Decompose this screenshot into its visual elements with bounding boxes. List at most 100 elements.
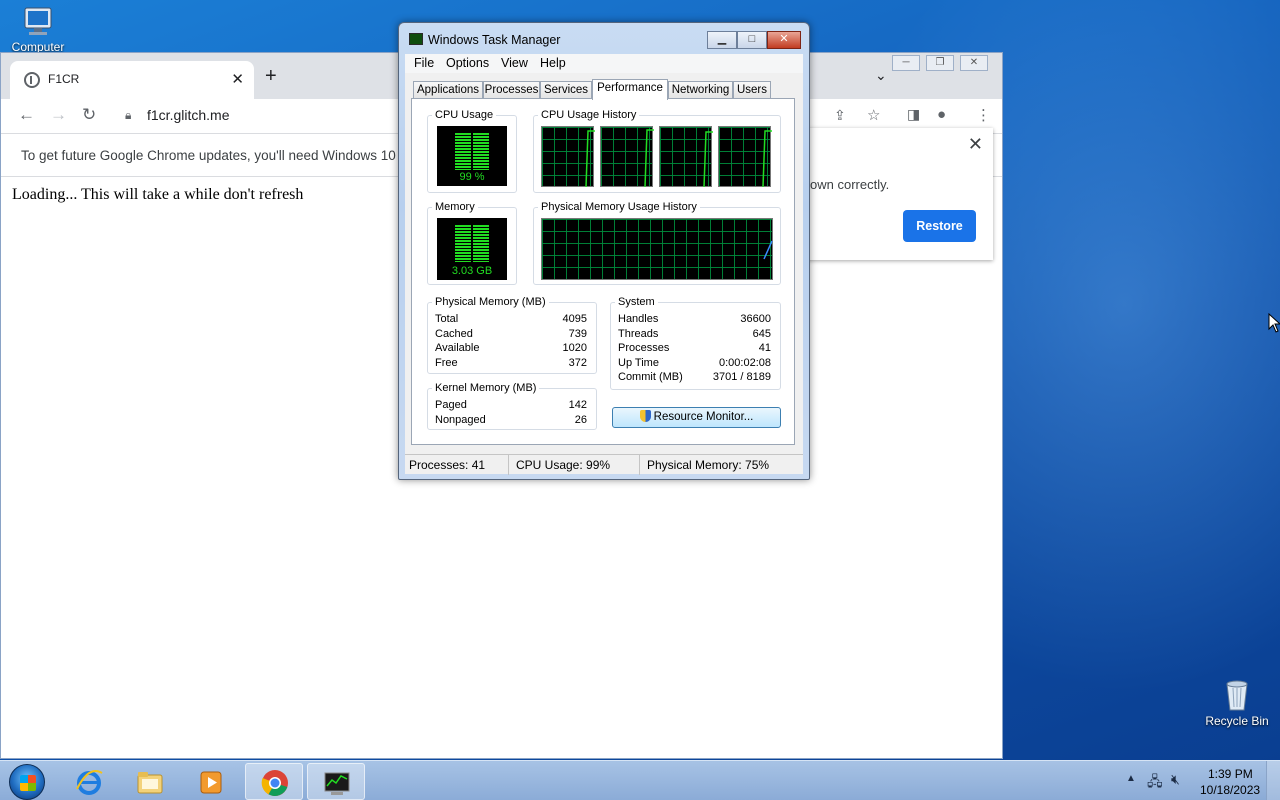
cpu-core-3-graph <box>659 126 713 188</box>
taskbar-chrome[interactable] <box>245 763 303 800</box>
row-key: Threads <box>618 328 659 340</box>
status-cpu: CPU Usage: 99% <box>516 458 611 472</box>
address-bar[interactable]: f1cr.glitch.me <box>147 107 229 123</box>
maximize-button[interactable]: ❐ <box>926 55 954 71</box>
tab-f1cr[interactable]: F1CR ✕ <box>10 61 254 99</box>
menu-help[interactable]: Help <box>540 56 566 70</box>
cpu-core-4-line <box>762 130 772 188</box>
tab-networking[interactable]: Networking <box>668 81 733 99</box>
task-manager-titlebar[interactable]: Windows Task Manager ▁ □ ✕ <box>399 23 809 55</box>
show-desktop-button[interactable] <box>1266 761 1280 800</box>
chrome-window-controls: ─ ❐ ✕ <box>892 55 988 71</box>
side-panel-icon[interactable]: ◨ <box>907 106 920 123</box>
restore-pages-bubble: ✕ own correctly. Restore <box>796 128 993 260</box>
row-key: Up Time <box>618 357 659 369</box>
clock-time[interactable]: 1:39 PM <box>1208 767 1253 781</box>
network-icon[interactable]: 🖧︎ <box>1147 771 1163 795</box>
cpu-core-2-graph <box>600 126 654 188</box>
restore-button[interactable]: Restore <box>903 210 976 242</box>
tab-search-chevron-icon[interactable]: ⌄ <box>875 67 887 84</box>
row-value: 36600 <box>740 313 771 325</box>
maximize-button[interactable]: □ <box>737 31 767 49</box>
cpu-core-2-line <box>644 129 654 188</box>
cpu-history-label: CPU Usage History <box>538 109 640 121</box>
cpu-history-group: CPU Usage History <box>533 109 781 193</box>
taskbar-internet-explorer[interactable] <box>60 763 118 800</box>
tab-users[interactable]: Users <box>733 81 771 99</box>
resource-monitor-button[interactable]: Resource Monitor... <box>612 407 781 428</box>
row-key: Available <box>435 342 480 354</box>
close-window-button[interactable]: ✕ <box>767 31 801 49</box>
status-bar: Processes: 41 CPU Usage: 99% Physical Me… <box>405 454 803 475</box>
kernel-memory-row: Paged 142 <box>435 399 587 413</box>
mouse-cursor-icon <box>1268 313 1280 333</box>
computer-icon <box>24 7 52 35</box>
row-key: Commit (MB) <box>618 371 683 383</box>
volume-muted-icon[interactable]: 🔇︎ <box>1171 771 1180 788</box>
row-value: 0:00:02:08 <box>719 357 771 369</box>
memory-meter: 3.03 GB <box>437 218 507 280</box>
desktop-icon-computer[interactable]: Computer <box>0 6 76 54</box>
physical-memory-label: Physical Memory (MB) <box>432 296 549 308</box>
minimize-button[interactable]: ─ <box>892 55 920 71</box>
taskbar-task-manager[interactable] <box>307 763 365 800</box>
system-row: Processes 41 <box>618 342 771 356</box>
physical-memory-row: Free 372 <box>435 357 587 371</box>
memory-group: Memory 3.03 GB <box>427 201 517 285</box>
physical-memory-row: Available 1020 <box>435 342 587 356</box>
minimize-button[interactable]: ▁ <box>707 31 737 49</box>
chrome-icon <box>261 770 288 797</box>
taskbar-explorer[interactable] <box>121 763 179 800</box>
reload-icon[interactable]: ↻ <box>82 105 96 125</box>
explorer-folder-icon <box>137 772 163 794</box>
lock-icon[interactable]: 🔒︎ <box>125 108 131 123</box>
new-tab-button[interactable]: + <box>265 65 277 88</box>
menu-file[interactable]: File <box>414 56 434 70</box>
tab-applications[interactable]: Applications <box>413 81 483 99</box>
close-tab-icon[interactable]: ✕ <box>231 70 244 88</box>
taskbar-media-player[interactable] <box>182 763 240 800</box>
tab-services[interactable]: Services <box>540 81 592 99</box>
share-icon[interactable]: ⇪ <box>834 107 846 124</box>
tab-processes[interactable]: Processes <box>483 81 540 99</box>
back-arrow-icon[interactable]: ← <box>18 105 35 125</box>
cpu-usage-value: 99 % <box>459 171 485 183</box>
cpu-usage-label: CPU Usage <box>432 109 497 121</box>
system-row: Commit (MB) 3701 / 8189 <box>618 371 771 385</box>
tray-expand-chevron-icon[interactable]: ▲ <box>1126 773 1136 784</box>
desktop-icon-recycle-bin[interactable]: Recycle Bin <box>1199 678 1275 728</box>
menu-view[interactable]: View <box>501 56 528 70</box>
window-title: Windows Task Manager <box>428 33 561 47</box>
tab-performance[interactable]: Performance <box>592 79 668 100</box>
status-processes: Processes: 41 <box>409 458 486 472</box>
system-row: Threads 645 <box>618 328 771 342</box>
system-row: Handles 36600 <box>618 313 771 327</box>
row-value: 26 <box>574 414 587 426</box>
memory-history-graph <box>541 218 773 280</box>
menu-options[interactable]: Options <box>446 56 489 70</box>
physical-memory-row: Cached 739 <box>435 328 587 342</box>
profile-avatar-icon[interactable]: ● <box>937 106 946 123</box>
clock-date[interactable]: 10/18/2023 <box>1200 783 1260 797</box>
row-value: 3701 / 8189 <box>712 371 771 383</box>
start-button[interactable] <box>9 764 45 800</box>
close-window-button[interactable]: ✕ <box>960 55 988 71</box>
row-value: 739 <box>568 328 587 340</box>
row-key: Handles <box>618 313 659 325</box>
tab-title: F1CR <box>48 72 80 86</box>
task-manager-icon <box>324 772 350 795</box>
system-label: System <box>615 296 658 308</box>
media-player-icon <box>200 771 222 794</box>
row-key: Cached <box>435 328 473 340</box>
close-bubble-icon[interactable]: ✕ <box>968 134 983 155</box>
physical-memory-row: Total 4095 <box>435 313 587 327</box>
kebab-menu-icon[interactable]: ⋮ <box>976 106 991 124</box>
cpu-core-4-graph <box>718 126 772 188</box>
restore-message: own correctly. <box>810 177 890 192</box>
windows-logo-icon <box>20 775 36 791</box>
bookmark-star-icon[interactable]: ☆ <box>867 106 880 124</box>
row-value: 142 <box>568 399 587 411</box>
forward-arrow-icon[interactable]: → <box>50 105 67 125</box>
performance-panel: CPU Usage 99 % CPU Usage History Memory … <box>411 98 795 445</box>
row-value: 41 <box>758 342 771 354</box>
